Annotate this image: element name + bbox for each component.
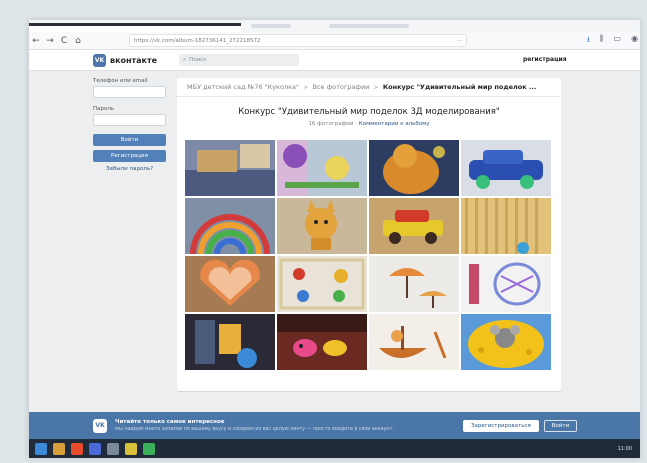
photo-thumbnail[interactable] xyxy=(277,140,367,196)
search-placeholder: Поиск xyxy=(189,57,207,63)
phone-input[interactable] xyxy=(93,86,166,98)
browser-tool-icons: ⭳ ⫼ ▭ ◉ xyxy=(587,34,638,48)
app-icon[interactable] xyxy=(143,442,155,455)
banner-register-button[interactable]: Зарегистрироваться xyxy=(463,419,539,432)
os-taskbar: 11:00 xyxy=(29,439,640,458)
forward-icon[interactable]: → xyxy=(43,36,57,46)
sidebar-icon[interactable]: ▭ xyxy=(614,34,622,48)
breadcrumb-all-photos[interactable]: Все фотографии xyxy=(312,83,369,91)
search-input[interactable]: ⌕ Поиск xyxy=(179,54,299,66)
banner-vk-logo-icon: VK xyxy=(93,418,107,433)
photo-thumbnail[interactable] xyxy=(369,140,459,196)
album-comments-link[interactable]: Комментарии к альбому xyxy=(359,121,430,127)
tab-inactive[interactable] xyxy=(251,24,291,28)
photo-thumbnail[interactable] xyxy=(369,314,459,370)
phone-label: Телефон или email xyxy=(93,78,148,84)
album-title: Конкурс "Удивительный мир поделок 3Д мод… xyxy=(238,107,500,117)
banner-login-button[interactable]: Войти xyxy=(543,419,578,432)
banner-text: Читайте только самое интересное Мы найдё… xyxy=(115,419,455,432)
photo-thumbnail[interactable] xyxy=(185,314,275,370)
account-icon[interactable]: ◉ xyxy=(631,34,638,48)
photo-thumbnail[interactable] xyxy=(185,140,275,196)
vk-header: VK вконтакте ⌕ Поиск регистрация xyxy=(29,50,640,71)
page-actions-icon[interactable]: ··· xyxy=(457,38,462,44)
signup-banner: VK Читайте только самое интересное Мы на… xyxy=(29,412,640,439)
library-icon[interactable]: ⫼ xyxy=(600,34,604,48)
photo-thumbnail[interactable] xyxy=(461,314,551,370)
photo-thumbnail[interactable] xyxy=(461,198,551,254)
photo-thumbnail[interactable] xyxy=(369,256,459,312)
tab-active[interactable] xyxy=(29,23,241,32)
banner-title: Читайте только самое интересное xyxy=(115,419,225,425)
meta-separator: · xyxy=(355,121,357,127)
photo-thumbnail[interactable] xyxy=(277,198,367,254)
photo-thumbnail[interactable] xyxy=(369,198,459,254)
start-icon[interactable] xyxy=(35,442,47,455)
taskbar-clock[interactable]: 11:00 xyxy=(618,446,632,452)
browser-window: ← → C ⌂ https://vk.com/album-182736141_2… xyxy=(28,20,640,458)
album-meta: 16 фотографий · Комментарии к альбому xyxy=(177,121,561,127)
app-icon[interactable] xyxy=(89,442,101,455)
register-button[interactable]: Регистрация xyxy=(93,150,166,162)
url-text: https://vk.com/album-182736141_272218572 xyxy=(134,37,261,44)
photo-count: 16 фотографий xyxy=(308,121,354,127)
breadcrumb-group[interactable]: МБУ детский сад №76 "Куколка" xyxy=(187,83,299,91)
photo-thumbnail[interactable] xyxy=(185,256,275,312)
explorer-icon[interactable] xyxy=(53,442,65,455)
search-icon: ⌕ xyxy=(183,56,187,63)
address-bar[interactable]: https://vk.com/album-182736141_272218572… xyxy=(129,34,467,47)
app-icon[interactable] xyxy=(107,442,119,455)
forgot-password-link[interactable]: Забыли пароль? xyxy=(93,166,166,172)
vk-logo-icon: VK xyxy=(93,54,106,67)
photo-thumbnail[interactable] xyxy=(185,198,275,254)
password-input[interactable] xyxy=(93,114,166,126)
photo-thumbnail[interactable] xyxy=(277,314,367,370)
banner-subtitle: Мы найдём много записей по вашему вкусу … xyxy=(115,427,394,432)
reload-icon[interactable]: C xyxy=(57,36,71,46)
photo-grid xyxy=(185,140,553,370)
vk-logo[interactable]: VK вконтакте xyxy=(93,54,157,67)
home-icon[interactable]: ⌂ xyxy=(71,36,85,46)
header-register-link[interactable]: регистрация xyxy=(523,56,567,63)
tab-inactive[interactable] xyxy=(329,24,409,28)
breadcrumb-separator: > xyxy=(303,83,309,91)
album-panel: МБУ детский сад №76 "Куколка" > Все фото… xyxy=(177,78,561,391)
breadcrumb-separator: > xyxy=(373,83,379,91)
photo-thumbnail[interactable] xyxy=(461,256,551,312)
breadcrumb-current: Конкурс "Удивительный мир поделок ... xyxy=(382,83,537,91)
breadcrumb: МБУ детский сад №76 "Куколка" > Все фото… xyxy=(177,78,561,97)
login-button[interactable]: Войти xyxy=(93,134,166,146)
browser-toolbar: ← → C ⌂ https://vk.com/album-182736141_2… xyxy=(29,32,640,50)
browser-icon[interactable] xyxy=(71,442,83,455)
back-icon[interactable]: ← xyxy=(29,36,43,46)
photo-thumbnail[interactable] xyxy=(461,140,551,196)
tab-strip xyxy=(29,20,640,32)
photo-thumbnail[interactable] xyxy=(277,256,367,312)
login-form: Телефон или email Пароль Войти Регистрац… xyxy=(93,78,169,172)
download-icon[interactable]: ⭳ xyxy=(587,34,590,48)
app-icon[interactable] xyxy=(125,442,137,455)
vk-logo-text: вконтакте xyxy=(110,56,158,65)
password-label: Пароль xyxy=(93,106,115,112)
